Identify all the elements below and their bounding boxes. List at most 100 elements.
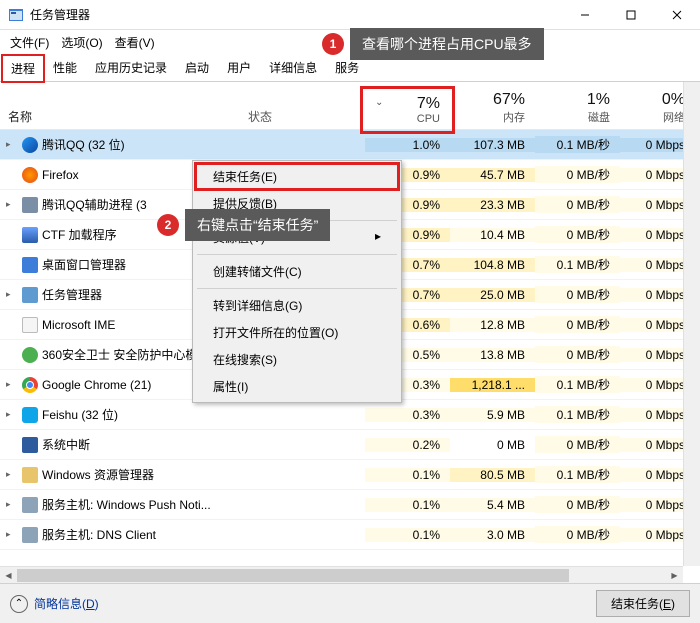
expand-arrow-icon[interactable]: ▸	[6, 379, 18, 390]
process-icon	[22, 227, 38, 243]
menu-options[interactable]: 选项(O)	[55, 32, 108, 53]
col-status[interactable]: 状态	[240, 104, 365, 129]
process-row[interactable]: ▸腾讯QQ (32 位)1.0%107.3 MB0.1 MB/秒0 Mbps	[0, 130, 700, 160]
menu-view[interactable]: 查看(V)	[109, 32, 161, 53]
memory-cell: 3.0 MB	[450, 528, 535, 542]
tab-3[interactable]: 启动	[176, 54, 218, 81]
tab-2[interactable]: 应用历史记录	[86, 54, 176, 81]
memory-cell: 5.9 MB	[450, 408, 535, 422]
process-row[interactable]: 系统中断0.2%0 MB0 MB/秒0 Mbps	[0, 430, 700, 460]
disk-label: 磁盘	[588, 109, 610, 125]
expand-arrow-icon[interactable]: ▸	[6, 409, 18, 420]
disk-cell: 0 MB/秒	[535, 346, 620, 363]
disk-cell: 0.1 MB/秒	[535, 256, 620, 273]
tab-0[interactable]: 进程	[2, 55, 44, 82]
tab-1[interactable]: 性能	[44, 54, 86, 81]
col-memory[interactable]: 67% 内存	[450, 87, 535, 129]
memory-cell: 0 MB	[450, 438, 535, 452]
collapse-icon[interactable]: ⌃	[10, 595, 28, 613]
memory-cell: 10.4 MB	[450, 228, 535, 242]
process-name: Microsoft IME	[42, 318, 115, 332]
net-total-pct: 0%	[662, 91, 685, 109]
expand-arrow-icon[interactable]: ▸	[6, 469, 18, 480]
expand-arrow-icon[interactable]: ▸	[6, 499, 18, 510]
memory-cell: 12.8 MB	[450, 318, 535, 332]
table-header: 名称 状态 ⌄ 7% CPU 67% 内存 1% 磁盘 0% 网络	[0, 82, 700, 130]
expand-arrow-icon[interactable]: ▸	[6, 289, 18, 300]
horizontal-scrollbar[interactable]: ◀ ▶	[0, 566, 683, 583]
disk-total-pct: 1%	[587, 91, 610, 109]
process-row[interactable]: ▸Feishu (32 位)0.3%5.9 MB0.1 MB/秒0 Mbps	[0, 400, 700, 430]
context-menu-separator	[197, 288, 397, 289]
cpu-total-pct: 7%	[417, 95, 440, 113]
process-icon	[22, 167, 38, 183]
close-button[interactable]	[654, 0, 700, 30]
disk-cell: 0 MB/秒	[535, 226, 620, 243]
memory-cell: 45.7 MB	[450, 168, 535, 182]
mem-total-pct: 67%	[493, 91, 525, 109]
memory-cell: 107.3 MB	[450, 138, 535, 152]
titlebar: 任务管理器	[0, 0, 700, 30]
tab-5[interactable]: 详细信息	[260, 54, 326, 81]
col-name[interactable]: 名称	[0, 104, 240, 129]
process-name: Windows 资源管理器	[42, 466, 154, 483]
disk-cell: 0.1 MB/秒	[535, 136, 620, 153]
expand-arrow-icon[interactable]: ▸	[6, 529, 18, 540]
memory-cell: 1,218.1 ...	[450, 378, 535, 392]
process-icon	[22, 467, 38, 483]
footer: ⌃ 简略信息(D) 结束任务(E)	[0, 583, 700, 623]
disk-cell: 0 MB/秒	[535, 436, 620, 453]
net-label: 网络	[663, 109, 685, 125]
context-menu: 结束任务(E)提供反馈(B)资源值(V)▸创建转储文件(C)转到详细信息(G)打…	[192, 160, 402, 403]
col-cpu[interactable]: ⌄ 7% CPU	[365, 91, 450, 129]
process-icon	[22, 347, 38, 363]
window-controls	[562, 0, 700, 30]
window-title: 任务管理器	[30, 6, 562, 23]
process-name: 腾讯QQ (32 位)	[42, 136, 125, 153]
memory-cell: 23.3 MB	[450, 198, 535, 212]
cpu-cell: 1.0%	[365, 138, 450, 152]
disk-cell: 0 MB/秒	[535, 166, 620, 183]
disk-cell: 0.1 MB/秒	[535, 406, 620, 423]
col-disk[interactable]: 1% 磁盘	[535, 87, 620, 129]
scroll-thumb[interactable]	[17, 569, 569, 582]
scroll-left-button[interactable]: ◀	[0, 567, 17, 584]
menu-file[interactable]: 文件(F)	[4, 32, 55, 53]
cpu-cell: 0.1%	[365, 498, 450, 512]
annotation-text-2: 右键点击“结束任务”	[185, 209, 330, 241]
process-icon	[22, 287, 38, 303]
end-task-button[interactable]: 结束任务(E)	[596, 590, 690, 617]
sort-indicator-icon: ⌄	[375, 97, 383, 108]
tab-4[interactable]: 用户	[218, 54, 260, 81]
context-menu-item[interactable]: 打开文件所在的位置(O)	[195, 319, 399, 346]
process-icon	[22, 527, 38, 543]
cpu-cell: 0.1%	[365, 528, 450, 542]
minimize-button[interactable]	[562, 0, 608, 30]
memory-cell: 13.8 MB	[450, 348, 535, 362]
process-row[interactable]: ▸服务主机: Windows Push Noti...0.1%5.4 MB0 M…	[0, 490, 700, 520]
maximize-button[interactable]	[608, 0, 654, 30]
process-name: 桌面窗口管理器	[42, 256, 126, 273]
process-row[interactable]: ▸服务主机: DNS Client0.1%3.0 MB0 MB/秒0 Mbps	[0, 520, 700, 550]
expand-arrow-icon[interactable]: ▸	[6, 139, 18, 150]
scroll-track[interactable]	[17, 567, 666, 584]
scroll-right-button[interactable]: ▶	[666, 567, 683, 584]
process-name-cell: ▸ Windows 资源管理器	[0, 466, 240, 483]
context-menu-item[interactable]: 转到详细信息(G)	[195, 292, 399, 319]
vertical-scrollbar[interactable]	[683, 82, 700, 566]
memory-cell: 80.5 MB	[450, 468, 535, 482]
submenu-arrow-icon: ▸	[375, 229, 381, 243]
process-icon	[22, 497, 38, 513]
context-menu-item[interactable]: 属性(I)	[195, 373, 399, 400]
process-name-cell: ▸服务主机: DNS Client	[0, 526, 240, 543]
process-row[interactable]: ▸Windows 资源管理器0.1%80.5 MB0.1 MB/秒0 Mbps	[0, 460, 700, 490]
process-name: Google Chrome (21)	[42, 378, 151, 392]
context-menu-item[interactable]: 结束任务(E)	[195, 163, 399, 190]
cpu-cell: 0.3%	[365, 408, 450, 422]
context-menu-item[interactable]: 创建转储文件(C)	[195, 258, 399, 285]
brief-info-link[interactable]: 简略信息(D)	[34, 595, 99, 612]
process-name: 服务主机: Windows Push Noti...	[42, 496, 211, 513]
footer-left: ⌃ 简略信息(D)	[10, 595, 596, 613]
context-menu-item[interactable]: 在线搜索(S)	[195, 346, 399, 373]
expand-arrow-icon[interactable]: ▸	[6, 199, 18, 210]
